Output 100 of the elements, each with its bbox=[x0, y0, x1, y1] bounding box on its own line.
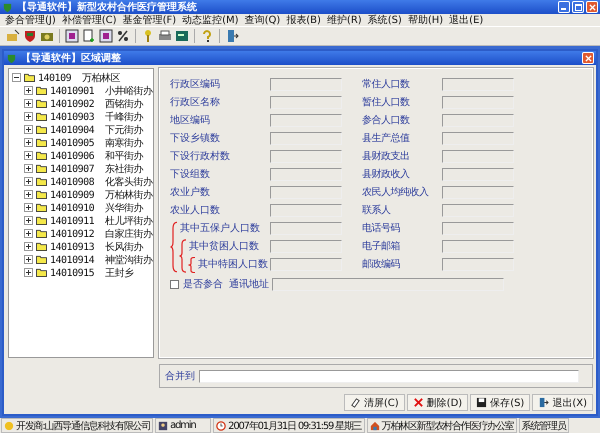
expand-toggle[interactable] bbox=[24, 190, 33, 199]
input-field[interactable] bbox=[199, 370, 579, 382]
input-field[interactable] bbox=[442, 132, 514, 144]
expand-toggle[interactable] bbox=[24, 99, 33, 108]
exit-icon bbox=[538, 397, 550, 408]
minimize-button[interactable] bbox=[558, 1, 570, 13]
eraser-icon bbox=[350, 397, 361, 408]
tree-item[interactable]: 14010914 神堂沟街办 bbox=[50, 252, 153, 266]
tree-item[interactable]: 14010912 白家庄街办 bbox=[50, 226, 153, 240]
close-icon bbox=[584, 54, 592, 62]
input-field[interactable] bbox=[270, 240, 342, 252]
input-field[interactable] bbox=[442, 204, 514, 216]
tree-item[interactable]: 14010908 化客头街办 bbox=[50, 174, 153, 188]
exit-icon[interactable] bbox=[225, 29, 239, 43]
input-field[interactable] bbox=[270, 222, 342, 234]
field-label: 通讯地址 bbox=[229, 278, 269, 291]
checkbox[interactable] bbox=[170, 280, 179, 288]
user-icon bbox=[158, 420, 168, 430]
field-label: 下设乡镇数 bbox=[170, 132, 221, 145]
input-field[interactable] bbox=[442, 240, 514, 252]
printer-icon[interactable] bbox=[158, 29, 172, 43]
tree-item[interactable]: 14010904 下元街办 bbox=[50, 122, 144, 136]
monitor-icon[interactable] bbox=[175, 29, 189, 43]
close-button[interactable] bbox=[586, 1, 598, 13]
expand-toggle[interactable] bbox=[24, 138, 33, 147]
expand-toggle[interactable] bbox=[24, 151, 33, 160]
menu-item[interactable]: 维护(R) bbox=[324, 13, 365, 27]
tree-item[interactable]: 14010907 东社街办 bbox=[50, 162, 144, 176]
expand-toggle[interactable] bbox=[24, 242, 33, 251]
menu-item[interactable]: 系统(S) bbox=[364, 13, 405, 27]
window-icon[interactable] bbox=[99, 29, 113, 43]
restore-button[interactable] bbox=[572, 1, 584, 13]
input-field[interactable] bbox=[272, 278, 504, 290]
tree-item[interactable]: 14010903 千峰街办 bbox=[50, 110, 144, 124]
field-label: 农民人均纯收入 bbox=[362, 186, 430, 199]
input-field[interactable] bbox=[442, 96, 514, 108]
expand-toggle[interactable] bbox=[24, 203, 33, 212]
input-field[interactable] bbox=[270, 132, 342, 144]
expand-toggle[interactable] bbox=[24, 255, 33, 264]
menu-item[interactable]: 补偿管理(C) bbox=[58, 13, 120, 27]
tree-item[interactable]: 14010905 南寒街办 bbox=[50, 136, 144, 150]
status-text: admin bbox=[170, 420, 196, 431]
field-label: 电话号码 bbox=[362, 222, 401, 235]
tree-item[interactable]: 14010906 和平街办 bbox=[50, 148, 144, 162]
input-field[interactable] bbox=[270, 258, 342, 270]
input-field[interactable] bbox=[270, 96, 342, 108]
tree-item[interactable]: 14010911 杜儿坪街办 bbox=[50, 214, 153, 228]
expand-toggle[interactable] bbox=[24, 164, 33, 173]
exit-button[interactable]: 退出(X) bbox=[532, 394, 593, 411]
input-field[interactable] bbox=[442, 150, 514, 162]
input-field[interactable] bbox=[270, 168, 342, 180]
tree-item[interactable]: 14010902 西铭街办 bbox=[50, 96, 144, 110]
save-button[interactable]: 保存(S) bbox=[470, 394, 530, 411]
input-field[interactable] bbox=[442, 114, 514, 126]
input-field[interactable] bbox=[270, 150, 342, 162]
expand-toggle[interactable] bbox=[24, 268, 33, 277]
expand-toggle[interactable] bbox=[24, 112, 33, 121]
close-button[interactable] bbox=[582, 52, 594, 64]
field-label: 电子邮箱 bbox=[362, 240, 401, 253]
field-label: 合并到 bbox=[165, 370, 195, 383]
input-field[interactable] bbox=[442, 186, 514, 198]
menu-item[interactable]: 报表(B) bbox=[283, 13, 324, 27]
delete-button[interactable]: 删除(D) bbox=[406, 394, 468, 411]
expand-toggle[interactable] bbox=[24, 216, 33, 225]
menu-item[interactable]: 退出(E) bbox=[446, 13, 486, 27]
tree-item[interactable]: 14010915 王封乡 bbox=[50, 266, 134, 280]
menu-item[interactable]: 动态监控(M) bbox=[179, 13, 242, 27]
menu-item[interactable]: 基金管理(F) bbox=[120, 13, 180, 27]
status-text: 万柏林区新型农村合作医疗办公室 bbox=[382, 420, 514, 432]
tree-item[interactable]: 14010901 小井峪街办 bbox=[50, 84, 153, 98]
percent-icon[interactable] bbox=[116, 29, 130, 43]
expand-toggle[interactable] bbox=[24, 86, 33, 95]
tree-item[interactable]: 14010913 长风街办 bbox=[50, 240, 144, 254]
clear-button[interactable]: 清屏(C) bbox=[344, 394, 405, 411]
tree-item[interactable]: 14010909 万柏林街办 bbox=[50, 188, 153, 202]
tree-item[interactable]: 14010910 兴华街办 bbox=[50, 200, 144, 214]
menu-item[interactable]: 帮助(H) bbox=[404, 13, 446, 27]
status-text: 开发商:山西导通信息科技有限公司 bbox=[16, 420, 150, 432]
input-field[interactable] bbox=[442, 78, 514, 90]
field-label: 常住人口数 bbox=[362, 78, 410, 91]
menu-item[interactable]: 参合管理(J) bbox=[2, 13, 59, 27]
input-field[interactable] bbox=[270, 204, 342, 216]
input-field[interactable] bbox=[270, 114, 342, 126]
input-field[interactable] bbox=[442, 258, 514, 270]
help-icon[interactable] bbox=[200, 29, 214, 43]
expand-toggle[interactable] bbox=[24, 177, 33, 186]
menu-item[interactable]: 查询(Q) bbox=[242, 13, 284, 27]
input-field[interactable] bbox=[442, 222, 514, 234]
shield-icon[interactable] bbox=[23, 29, 37, 43]
input-field[interactable] bbox=[270, 186, 342, 198]
field-label: 其中特困人口数 bbox=[198, 258, 269, 271]
input-field[interactable] bbox=[442, 168, 514, 180]
expand-toggle[interactable] bbox=[24, 229, 33, 238]
page-add-icon[interactable] bbox=[82, 29, 96, 43]
window-icon[interactable] bbox=[65, 29, 79, 43]
tree-item[interactable]: 140109 万柏林区 bbox=[38, 70, 120, 84]
input-field[interactable] bbox=[270, 78, 342, 90]
collapse-toggle[interactable] bbox=[12, 73, 21, 82]
expand-toggle[interactable] bbox=[24, 125, 33, 134]
field-label: 地区编码 bbox=[170, 114, 211, 127]
